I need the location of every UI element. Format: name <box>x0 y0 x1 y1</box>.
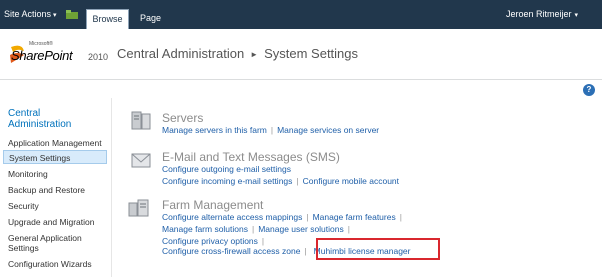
link-configure-outgoing-email[interactable]: Configure outgoing e-mail settings <box>162 164 291 174</box>
nav-item-configuration-wizards[interactable]: Configuration Wizards <box>8 259 92 269</box>
user-name: Jeroen Ritmeijer <box>505 9 572 19</box>
site-actions-label: Site Actions <box>4 9 52 19</box>
link-separator: | <box>306 212 309 222</box>
user-menu[interactable]: Jeroen Ritmeijer ▾ <box>506 9 578 19</box>
page-title: System Settings <box>264 46 359 61</box>
highlight-box <box>316 238 440 260</box>
nav-heading[interactable]: Central Administration <box>8 108 88 130</box>
breadcrumb: Central Administration ► System Settings <box>117 46 358 61</box>
link-manage-farm-features[interactable]: Manage farm features <box>313 212 396 222</box>
link-row: Configure alternate access mappings | Mana… <box>162 212 406 222</box>
help-strip: ? <box>0 79 602 98</box>
nav-item-system-settings[interactable]: System Settings <box>3 150 107 164</box>
link-configure-privacy-options[interactable]: Configure privacy options <box>162 236 258 246</box>
link-configure-mobile-account[interactable]: Configure mobile account <box>303 176 399 186</box>
link-row: Configure outgoing e-mail settings <box>162 164 291 174</box>
link-row: Manage farm solutions | Manage user soluti… <box>162 224 354 234</box>
nav-item-upgrade-migration[interactable]: Upgrade and Migration <box>8 217 94 227</box>
link-manage-farm-solutions[interactable]: Manage farm solutions <box>162 224 248 234</box>
section-title-farm-management: Farm Management <box>162 198 264 212</box>
email-icon <box>131 153 151 168</box>
chevron-down-icon: ▾ <box>53 12 57 19</box>
nav-item-security[interactable]: Security <box>8 201 39 211</box>
ribbon-bar: Site Actions ▾ Browse Page Jeroen Ritmeij… <box>0 0 602 29</box>
link-alternate-access-mappings[interactable]: Configure alternate access mappings <box>162 212 302 222</box>
link-row: Configure privacy options | <box>162 236 268 246</box>
logo-year-text: 2010 <box>88 52 109 62</box>
sharepoint-logo[interactable]: Microsoft® SharePoint 2010 <box>8 40 112 70</box>
link-row: Configure incoming e-mail settings | Confi… <box>162 176 399 186</box>
link-row: Manage servers in this farm | Manage servi… <box>162 125 379 135</box>
nav-item-backup-restore[interactable]: Backup and Restore <box>8 185 85 195</box>
link-separator: | <box>261 236 265 246</box>
link-separator: | <box>399 212 402 222</box>
breadcrumb-arrow-icon: ► <box>250 50 259 59</box>
link-cross-firewall-access-zone[interactable]: Configure cross-firewall access zone <box>162 246 300 256</box>
nav-item-monitoring[interactable]: Monitoring <box>8 169 48 179</box>
tab-browse[interactable]: Browse <box>86 9 129 29</box>
link-configure-incoming-email[interactable]: Configure incoming e-mail settings <box>162 176 292 186</box>
farm-icon <box>128 199 149 217</box>
logo-microsoft-text: Microsoft® <box>29 41 53 47</box>
link-manage-servers[interactable]: Manage servers in this farm <box>162 125 267 135</box>
link-separator: | <box>347 224 350 234</box>
section-title-email: E-Mail and Text Messages (SMS) <box>162 150 340 164</box>
link-manage-services[interactable]: Manage services on server <box>277 125 379 135</box>
server-icon <box>131 111 151 130</box>
site-actions-menu[interactable]: Site Actions ▾ <box>4 9 57 19</box>
breadcrumb-root[interactable]: Central Administration <box>117 46 244 61</box>
chevron-down-icon: ▾ <box>574 12 578 19</box>
link-separator: | <box>296 176 299 186</box>
title-area: Microsoft® SharePoint 2010 Central Admin… <box>0 29 602 79</box>
section-title-servers: Servers <box>162 111 204 125</box>
left-nav: Central Administration Application Manag… <box>0 98 112 277</box>
nav-item-application-management[interactable]: Application Management <box>8 138 102 148</box>
link-separator: | <box>270 125 274 135</box>
logo-product-text: SharePoint <box>11 48 73 63</box>
link-separator: | <box>252 224 255 234</box>
tab-page[interactable]: Page <box>136 9 165 29</box>
nav-item-general-application-settings[interactable]: General Application Settings <box>8 233 108 253</box>
help-icon[interactable]: ? <box>583 84 595 96</box>
link-separator: | <box>304 246 307 256</box>
link-manage-user-solutions[interactable]: Manage user solutions <box>258 224 344 234</box>
navigate-up-icon[interactable] <box>66 10 78 19</box>
